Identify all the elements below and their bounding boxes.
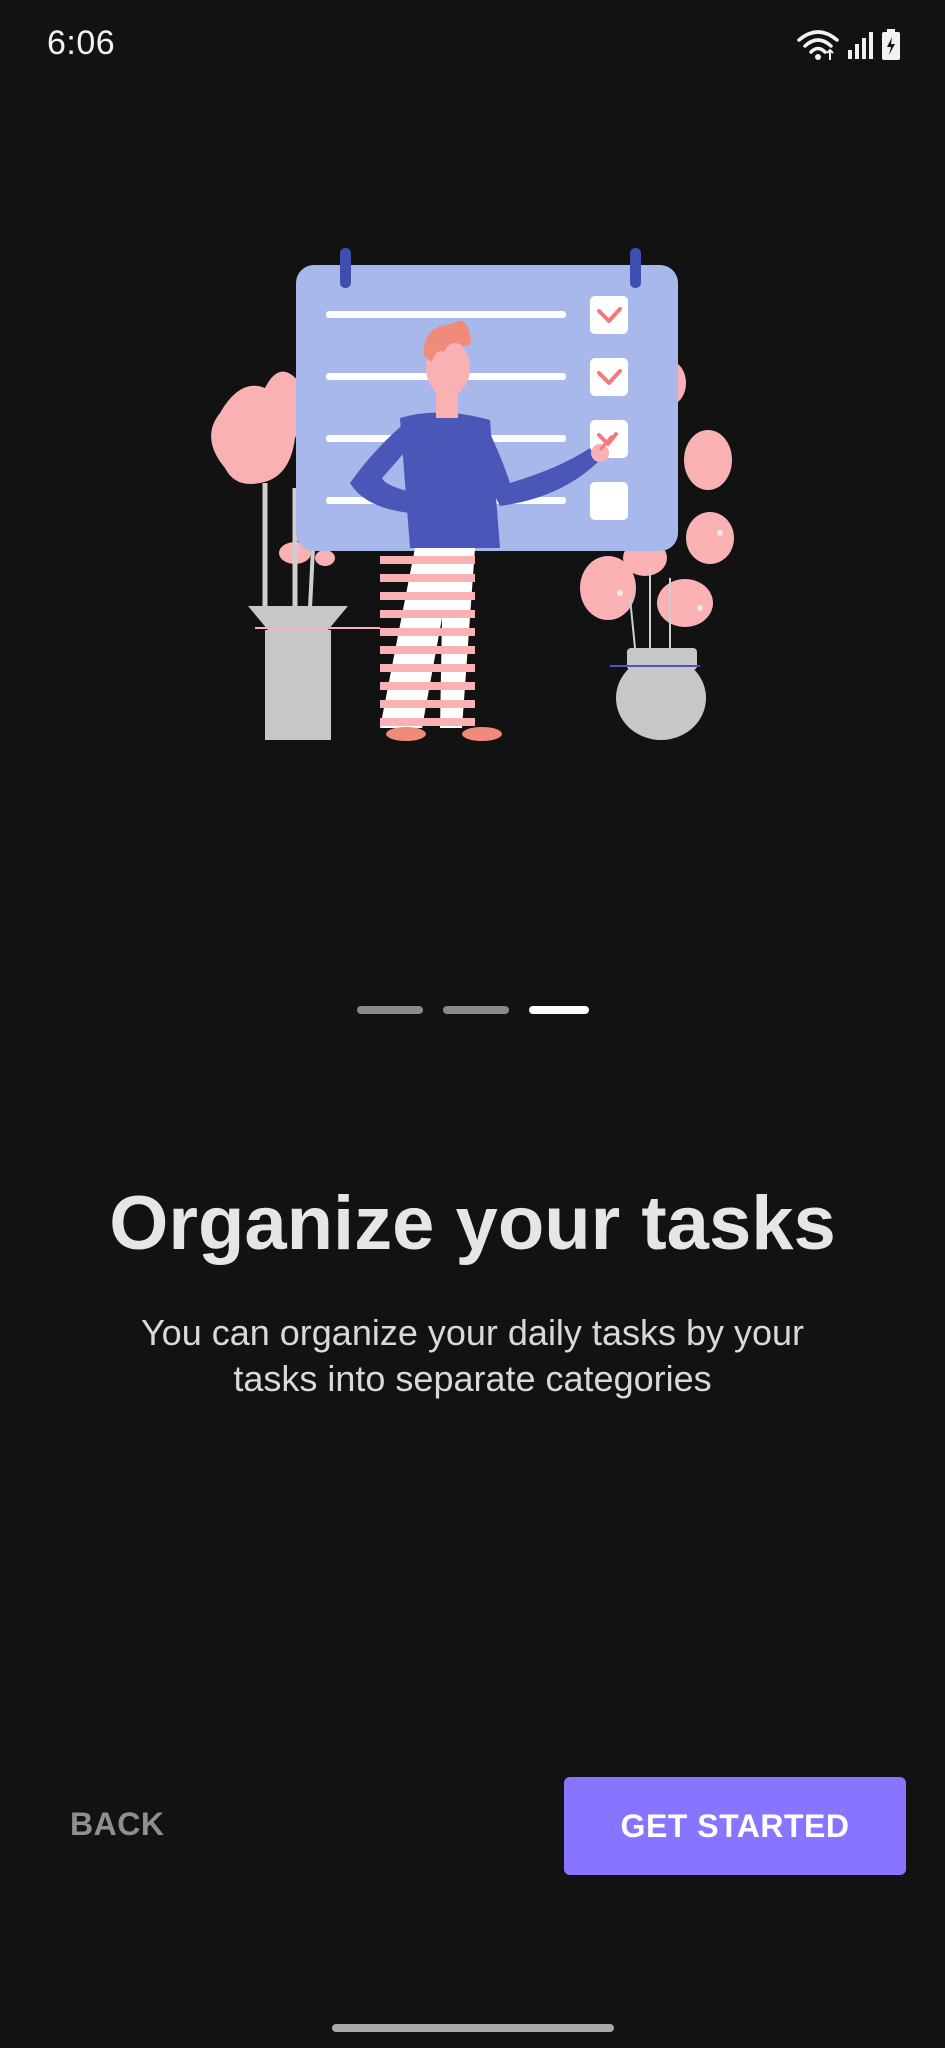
status-bar: 6:06 — [0, 0, 945, 92]
back-button[interactable]: BACK — [70, 1806, 164, 1843]
page-indicator-dot-3-active[interactable] — [528, 1006, 589, 1014]
signal-icon — [847, 30, 873, 65]
wifi-icon — [797, 28, 839, 67]
page-indicator-dot-1[interactable] — [356, 1006, 423, 1014]
task-checklist-illustration — [200, 238, 745, 748]
status-time: 6:06 — [47, 24, 116, 62]
onboarding-title: Organize your tasks — [109, 1181, 836, 1266]
page-indicator-dot-2[interactable] — [442, 1006, 509, 1014]
onboarding-subtitle: You can organize your daily tasks by you… — [140, 1312, 805, 1399]
home-indicator[interactable] — [332, 2024, 614, 2032]
page-indicator — [0, 1006, 945, 1014]
get-started-button[interactable]: GET STARTED — [564, 1777, 906, 1875]
battery-charging-icon — [881, 29, 901, 66]
status-icons — [797, 28, 901, 67]
